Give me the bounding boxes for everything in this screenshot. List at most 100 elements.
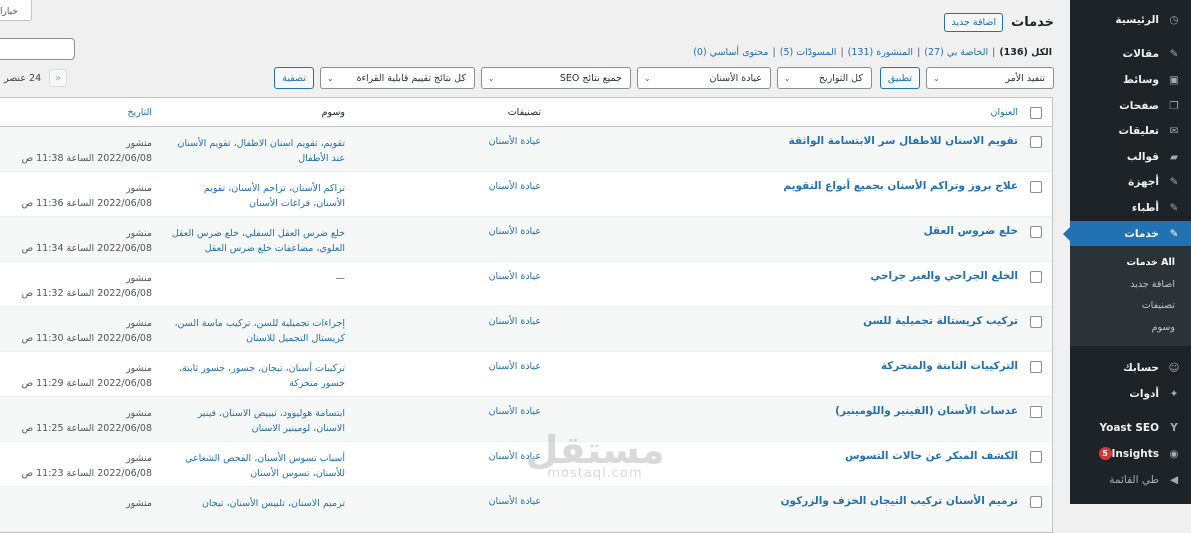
tools-icon: ✦	[1169, 387, 1179, 400]
menu-item-pages[interactable]: ❐ صفحات	[1070, 93, 1191, 119]
menu-item-templates[interactable]: ▰ قوالب	[1070, 144, 1191, 170]
row-checkbox[interactable]	[1030, 136, 1042, 148]
post-status: منشور	[126, 273, 152, 284]
row-checkbox[interactable]	[1030, 271, 1042, 283]
column-header-date[interactable]: التاريخ	[127, 107, 152, 118]
post-status: منشور	[126, 453, 152, 464]
pin-icon: ✎	[1169, 176, 1179, 189]
menu-item-tools[interactable]: ✦ أدوات	[1070, 381, 1191, 407]
view-cornerstone[interactable]: محتوى أساسي (0)	[693, 47, 768, 58]
submenu-all-services[interactable]: All خدمات	[1070, 252, 1191, 274]
menu-item-insights[interactable]: ◉ Insights 5	[1070, 441, 1191, 467]
view-drafts[interactable]: المسودّات (5)	[780, 47, 837, 58]
menu-item-posts[interactable]: ✎ مقالات	[1070, 42, 1191, 68]
post-tags[interactable]: —	[170, 271, 346, 286]
insights-badge: 5	[1098, 447, 1112, 461]
post-title-link[interactable]: الخلع الجراحي والغير جراحي	[870, 270, 1018, 282]
post-status: منشور	[126, 408, 152, 419]
post-category-link[interactable]: عيادة الأسنان	[489, 226, 541, 237]
post-title-link[interactable]: خلع ضروس العقل	[924, 225, 1018, 237]
filter-button[interactable]: تصفية	[274, 67, 314, 89]
menu-item-dashboard[interactable]: ◷ الرئيسية	[1070, 7, 1191, 33]
post-tags[interactable]: تقويم، تقويم اسنان الاطفال، تقويم الأسنا…	[170, 136, 345, 166]
post-title-link[interactable]: تركيب كريستالة تجميلية للسن	[863, 315, 1018, 327]
column-header-categories: تصنيفات	[507, 107, 541, 118]
row-checkbox[interactable]	[1030, 496, 1042, 508]
post-category-link[interactable]: عيادة الأسنان	[489, 496, 541, 507]
insights-icon: ◉	[1169, 447, 1179, 460]
post-tags[interactable]: تراكم الأسنان، تزاحم الأسنان، تقويم الأس…	[170, 181, 345, 211]
post-category-link[interactable]: عيادة الأسنان	[489, 361, 541, 372]
row-checkbox[interactable]	[1030, 226, 1042, 238]
post-tags[interactable]: ابتسامة هوليوود، تبييض الاسنان، فينير ال…	[170, 406, 345, 436]
menu-item-services[interactable]: ✎ خدمات	[1063, 220, 1191, 247]
submenu-tags[interactable]: وسوم	[1070, 317, 1191, 339]
page-header: خدمات اضافة جديد	[944, 13, 1054, 32]
row-checkbox[interactable]	[1030, 316, 1042, 328]
services-submenu: All خدمات اضافة جديد تصنيفات وسوم	[1070, 246, 1191, 347]
post-category-link[interactable]: عيادة الأسنان	[489, 406, 541, 417]
view-filters: الكل (136) | الخاصة بي (27) | المنشورة (13…	[693, 47, 1052, 58]
submenu-categories[interactable]: تصنيفات	[1070, 295, 1191, 317]
pin-icon: ✎	[1169, 227, 1179, 240]
select-all-checkbox[interactable]	[1030, 107, 1042, 119]
category-filter-select[interactable]: عيادة الأسنان ⌄	[636, 67, 771, 89]
collapse-menu-button[interactable]: ◀ طي القائمة	[1070, 467, 1191, 493]
post-datetime: 2022/06/08 الساعة 11:34 ص	[21, 243, 152, 254]
post-category-link[interactable]: عيادة الأسنان	[489, 316, 541, 327]
main-content: خيارا خدمات اضافة جديد الكل (136) | الخاص…	[0, 0, 1070, 533]
post-title-link[interactable]: ترميم الأسنان تركيب التيجان الخزف والزرك…	[781, 495, 1018, 507]
admin-sidebar: ◷ الرئيسية ✎ مقالات ▣ وسائط ❐ صفحات ✉ تعليقات…	[1063, 0, 1191, 504]
folder-icon: ▰	[1169, 150, 1179, 163]
filter-bar: تنفيذ الأمر ⌄ تطبيق كل التواريخ ⌄ عيادة ال…	[274, 67, 1054, 89]
comments-icon: ✉	[1169, 125, 1179, 138]
post-title-link[interactable]: عدسات الأسنان (الفينير واللومينير)	[835, 405, 1018, 417]
column-header-title[interactable]: العنوان	[990, 107, 1018, 118]
view-all[interactable]: الكل (136)	[999, 47, 1052, 58]
items-count: 24 عنصر	[4, 72, 42, 84]
date-filter-select[interactable]: كل التواريخ ⌄	[776, 67, 872, 89]
post-status: منشور	[126, 183, 152, 194]
view-published[interactable]: المنشورة (131)	[848, 47, 913, 58]
post-category-link[interactable]: عيادة الأسنان	[489, 181, 541, 192]
search-input[interactable]	[0, 38, 75, 60]
post-category-link[interactable]: عيادة الأسنان	[489, 136, 541, 147]
first-page-button[interactable]: «	[49, 69, 68, 87]
pagination: « 24 عنصر	[4, 69, 68, 87]
menu-item-yoast[interactable]: Y Yoast SEO	[1070, 416, 1191, 442]
post-title-link[interactable]: تقويم الاسنان للاطفال سر الابتسامة الواث…	[789, 135, 1018, 147]
apply-button[interactable]: تطبيق	[879, 67, 920, 89]
menu-item-devices[interactable]: ✎ أجهزة	[1070, 170, 1191, 196]
collapse-icon: ◀	[1169, 473, 1179, 486]
column-header-tags: وسوم	[321, 107, 345, 118]
bulk-action-select[interactable]: تنفيذ الأمر ⌄	[926, 67, 1054, 89]
row-checkbox[interactable]	[1030, 361, 1042, 373]
page-title: خدمات	[1011, 15, 1054, 30]
seo-filter-select[interactable]: جميع نتائج SEO ⌄	[480, 67, 631, 89]
menu-item-account[interactable]: ☺ حسابك	[1070, 355, 1191, 381]
row-checkbox[interactable]	[1030, 406, 1042, 418]
submenu-add-new[interactable]: اضافة جديد	[1070, 274, 1191, 296]
post-category-link[interactable]: عيادة الأسنان	[489, 271, 541, 282]
screen-options-button[interactable]: خيارا	[0, 0, 32, 21]
post-title-link[interactable]: علاج بروز وتراكم الأسنان بجميع أنواع الت…	[783, 180, 1018, 192]
post-datetime: 2022/06/08 الساعة 11:29 ص	[21, 378, 152, 389]
row-checkbox[interactable]	[1030, 181, 1042, 193]
add-new-button[interactable]: اضافة جديد	[944, 13, 1004, 32]
menu-item-media[interactable]: ▣ وسائط	[1070, 67, 1191, 93]
post-title-link[interactable]: التركيبات الثابتة والمتحركة	[881, 360, 1018, 372]
post-tags[interactable]: أسباب تسوس الأسنان، الفحص الشعاعي للأسنا…	[170, 451, 345, 481]
table-row: تركيب كريستالة تجميلية للسن عيادة الأسنان…	[0, 307, 1052, 352]
pages-icon: ❐	[1169, 99, 1179, 112]
post-datetime: 2022/06/08 الساعة 11:25 ص	[21, 423, 152, 434]
row-checkbox[interactable]	[1030, 451, 1042, 463]
post-status: منشور	[126, 228, 152, 239]
post-tags[interactable]: خلع ضرس العقل السفلي، خلع ضرس العقل العل…	[170, 226, 345, 256]
readability-filter-select[interactable]: كل نتائج تقييم قابلية القراءة ⌄	[319, 67, 475, 89]
view-mine[interactable]: الخاصة بي (27)	[924, 47, 988, 58]
menu-item-comments[interactable]: ✉ تعليقات	[1070, 118, 1191, 144]
menu-item-doctors[interactable]: ✎ أطباء	[1070, 195, 1191, 221]
post-title-link[interactable]: الكشف المبكر عن حالات التسوس	[845, 450, 1018, 462]
post-tags[interactable]: تركيبات أسنان، تيجان، جسور، جسور ثابتة، …	[170, 361, 345, 391]
post-tags[interactable]: إجراءات تجميلية للسن، تركيب ماسة السن، ك…	[170, 316, 345, 346]
